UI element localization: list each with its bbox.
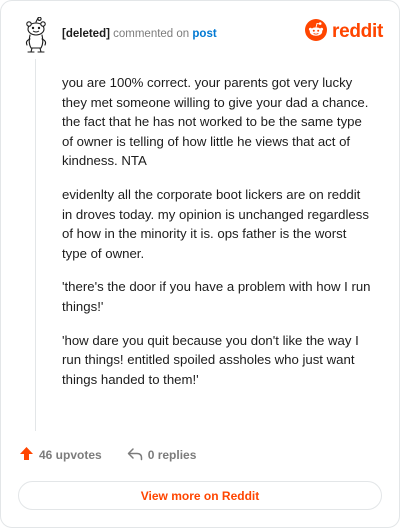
view-more-button[interactable]: View more on Reddit xyxy=(18,481,382,510)
author-name: [deleted] xyxy=(62,28,110,40)
post-link[interactable]: post xyxy=(192,28,216,40)
comment-paragraph: evidenlty all the corporate boot lickers… xyxy=(62,186,369,261)
replies-item[interactable]: 0 replies xyxy=(127,447,197,464)
commented-on-text: commented on xyxy=(113,28,190,40)
comment-body: you are 100% correct. your parents got v… xyxy=(62,73,374,403)
comment-paragraph: you are 100% correct. your parents got v… xyxy=(62,75,369,169)
reply-arrow-icon xyxy=(127,447,143,464)
reddit-wordmark: reddit xyxy=(332,21,383,42)
embed-card: [deleted] commented on post reddit you a… xyxy=(0,0,400,528)
reddit-logo-icon xyxy=(305,18,328,46)
comment-meta: [deleted] commented on post xyxy=(62,27,217,41)
comment-paragraph: 'how dare you quit because you don't lik… xyxy=(62,332,359,387)
comment-header: [deleted] commented on post reddit xyxy=(19,15,383,55)
upvotes-count: 46 upvotes xyxy=(39,448,102,462)
comment-footer: 46 upvotes 0 replies xyxy=(19,444,383,466)
upvote-arrow-icon xyxy=(19,446,34,464)
upvotes-item[interactable]: 46 upvotes xyxy=(19,446,102,464)
reddit-logo[interactable]: reddit xyxy=(305,18,383,46)
thread-line xyxy=(35,59,36,431)
replies-count: 0 replies xyxy=(147,448,197,462)
snoo-avatar-icon xyxy=(19,16,53,55)
comment-paragraph: 'there's the door if you have a problem … xyxy=(62,279,371,314)
